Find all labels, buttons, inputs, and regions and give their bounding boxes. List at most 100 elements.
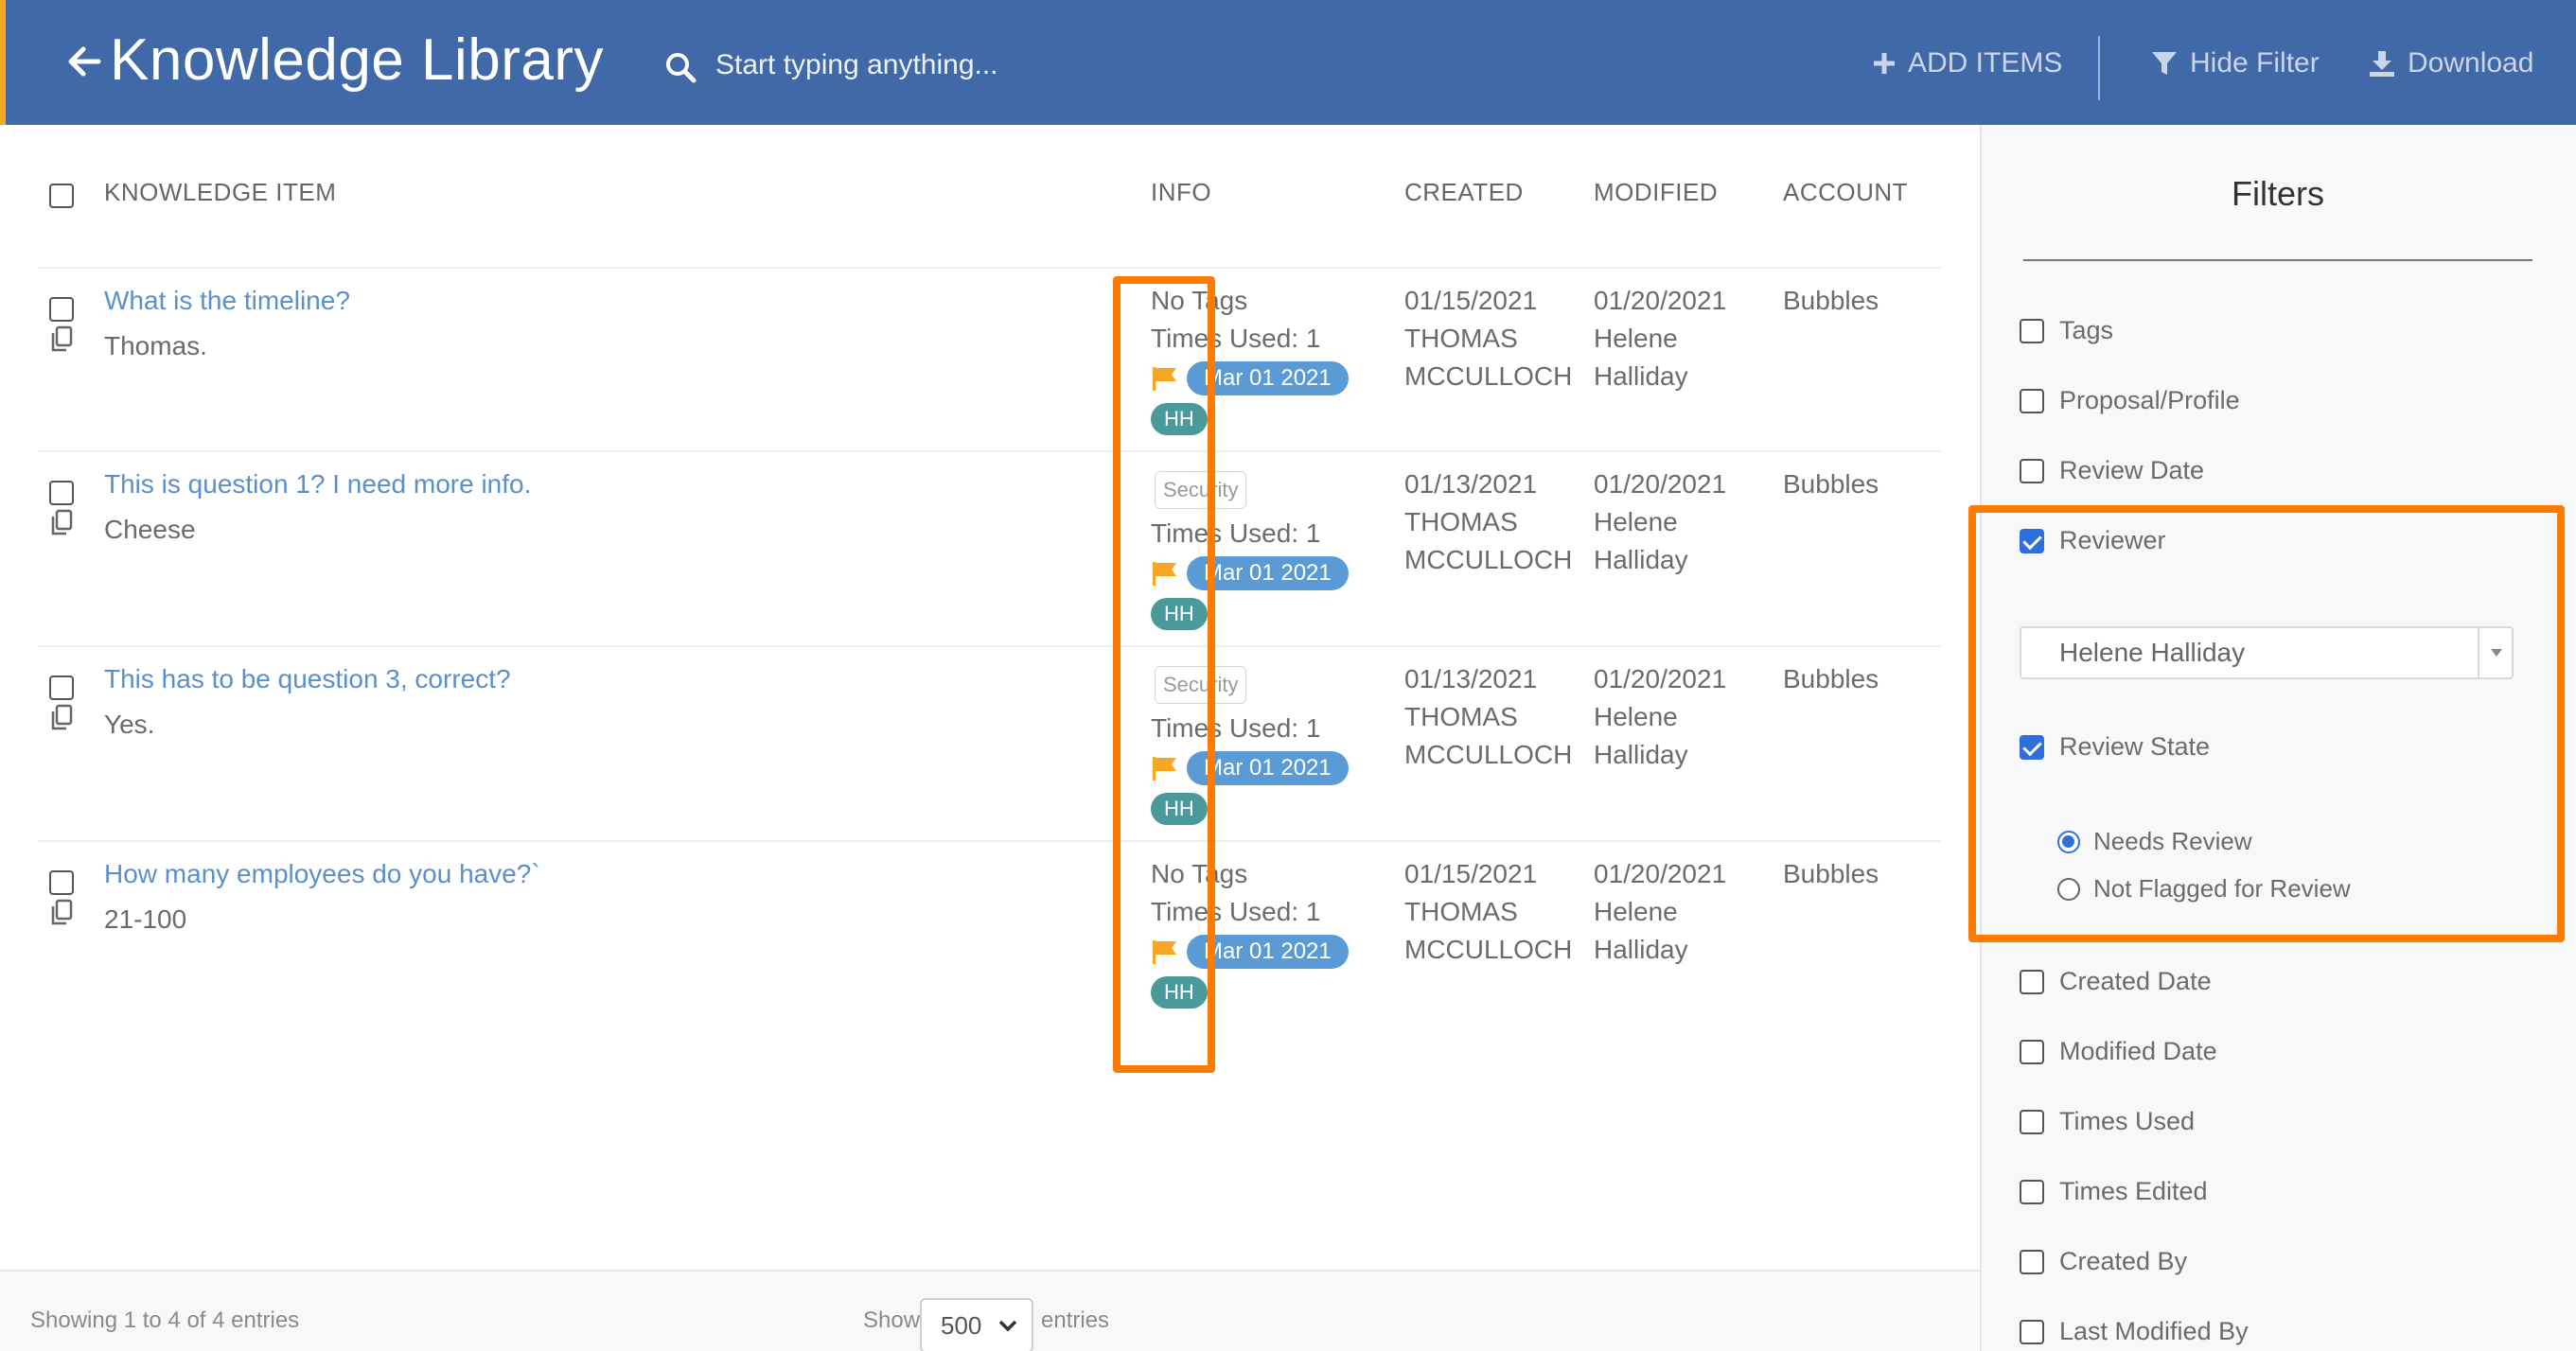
filter-created-by-label: Created By bbox=[2059, 1247, 2188, 1275]
flag-icon bbox=[1153, 367, 1176, 391]
filter-created-date-label: Created Date bbox=[2059, 967, 2212, 995]
review-date-pill: Mar 01 2021 bbox=[1187, 556, 1349, 590]
radio-needs-review-label: Needs Review bbox=[2093, 827, 2252, 855]
filter-times-edited-label: Times Edited bbox=[2059, 1177, 2208, 1205]
filter-modified-date-label: Modified Date bbox=[2059, 1037, 2217, 1065]
filter-times-edited-checkbox[interactable] bbox=[2020, 1179, 2044, 1204]
filter-last-modified-by[interactable]: Last Modified By bbox=[2020, 1317, 2249, 1346]
radio-needs-review-button[interactable] bbox=[2057, 830, 2080, 853]
modified-by-first: Helene bbox=[1594, 507, 1678, 536]
copy-icon[interactable] bbox=[49, 704, 74, 732]
filter-review-date[interactable]: Review Date bbox=[2020, 456, 2204, 485]
copy-icon[interactable] bbox=[49, 325, 74, 354]
page-size-select[interactable]: 500 bbox=[920, 1298, 1033, 1351]
account-name: Bubbles bbox=[1783, 469, 1879, 499]
copy-icon[interactable] bbox=[49, 899, 74, 927]
page-size-value: 500 bbox=[941, 1311, 982, 1340]
column-header-modified[interactable]: MODIFIED bbox=[1594, 178, 1718, 207]
created-by-first: THOMAS bbox=[1404, 897, 1518, 926]
hide-filter-button[interactable]: Hide Filter bbox=[2150, 47, 2320, 79]
review-date-pill: Mar 01 2021 bbox=[1187, 935, 1349, 969]
filter-modified-date-checkbox[interactable] bbox=[2020, 1039, 2044, 1064]
reviewer-select[interactable]: Helene Halliday bbox=[2020, 626, 2514, 679]
tag-label: No Tags bbox=[1151, 286, 1248, 315]
plus-icon bbox=[1874, 53, 1895, 74]
created-by-last: MCCULLOCH bbox=[1404, 740, 1573, 769]
back-arrow-icon[interactable] bbox=[61, 38, 108, 85]
modified-by-first: Helene bbox=[1594, 324, 1678, 353]
flag-icon bbox=[1153, 562, 1176, 586]
filter-tags-label: Tags bbox=[2059, 316, 2114, 344]
created-date: 01/13/2021 bbox=[1404, 469, 1538, 499]
table-footer: Showing 1 to 4 of 4 entries Show 500 ent… bbox=[0, 1270, 1980, 1351]
hide-filter-label: Hide Filter bbox=[2190, 47, 2320, 79]
add-items-button[interactable]: ADD ITEMS bbox=[1872, 47, 2062, 79]
modified-by-last: Halliday bbox=[1594, 361, 1688, 391]
dropdown-arrow-icon[interactable] bbox=[2478, 628, 2512, 677]
created-by-last: MCCULLOCH bbox=[1404, 545, 1573, 574]
filter-proposal-profile[interactable]: Proposal/Profile bbox=[2020, 386, 2240, 415]
filter-last-modified-by-checkbox[interactable] bbox=[2020, 1319, 2044, 1344]
radio-needs-review[interactable]: Needs Review bbox=[2057, 827, 2252, 856]
filter-modified-date[interactable]: Modified Date bbox=[2020, 1037, 2217, 1066]
times-used-text: Times Used: 1 bbox=[1151, 518, 1321, 548]
filter-created-date[interactable]: Created Date bbox=[2020, 967, 2212, 996]
account-name: Bubbles bbox=[1783, 664, 1879, 693]
select-all-checkbox[interactable] bbox=[49, 184, 74, 208]
flag-icon bbox=[1153, 940, 1176, 964]
answer-text: 21-100 bbox=[104, 904, 187, 934]
modified-date: 01/20/2021 bbox=[1594, 859, 1727, 888]
column-header-created[interactable]: CREATED bbox=[1404, 178, 1524, 207]
column-header-item[interactable]: KNOWLEDGE ITEM bbox=[104, 178, 336, 207]
copy-icon[interactable] bbox=[49, 509, 74, 537]
row-separator bbox=[38, 645, 1940, 647]
filter-reviewer[interactable]: Reviewer bbox=[2020, 526, 2166, 555]
filter-reviewer-checkbox[interactable] bbox=[2020, 528, 2044, 553]
filter-review-state[interactable]: Review State bbox=[2020, 732, 2210, 762]
tag-badge[interactable]: Security bbox=[1155, 666, 1247, 704]
row-separator bbox=[38, 840, 1940, 842]
add-items-label: ADD ITEMS bbox=[1908, 47, 2063, 79]
filter-review-date-checkbox[interactable] bbox=[2020, 458, 2044, 483]
created-by-first: THOMAS bbox=[1404, 324, 1518, 353]
modified-by-last: Halliday bbox=[1594, 545, 1688, 574]
times-used-text: Times Used: 1 bbox=[1151, 897, 1321, 926]
radio-not-flagged-label: Not Flagged for Review bbox=[2093, 874, 2351, 903]
question-link[interactable]: This is question 1? I need more info. bbox=[104, 469, 531, 500]
filter-times-used-checkbox[interactable] bbox=[2020, 1109, 2044, 1134]
filter-created-date-checkbox[interactable] bbox=[2020, 969, 2044, 994]
account-name: Bubbles bbox=[1783, 859, 1879, 888]
filter-review-state-checkbox[interactable] bbox=[2020, 734, 2044, 760]
column-header-account[interactable]: ACCOUNT bbox=[1783, 178, 1908, 207]
filter-times-edited[interactable]: Times Edited bbox=[2020, 1177, 2208, 1206]
modified-date: 01/20/2021 bbox=[1594, 664, 1727, 693]
row-checkbox[interactable] bbox=[49, 481, 74, 505]
radio-not-flagged-button[interactable] bbox=[2057, 877, 2080, 901]
reviewer-avatar: HH bbox=[1151, 403, 1208, 435]
filter-tags-checkbox[interactable] bbox=[2020, 318, 2044, 343]
modified-by-last: Halliday bbox=[1594, 740, 1688, 769]
filter-review-state-label: Review State bbox=[2059, 732, 2211, 761]
search-input[interactable] bbox=[715, 42, 1321, 89]
filter-proposal-checkbox[interactable] bbox=[2020, 388, 2044, 413]
reviewer-avatar: HH bbox=[1151, 976, 1208, 1009]
row-checkbox[interactable] bbox=[49, 870, 74, 895]
tag-badge[interactable]: Security bbox=[1155, 471, 1247, 509]
filter-created-by-checkbox[interactable] bbox=[2020, 1249, 2044, 1274]
column-header-info[interactable]: INFO bbox=[1151, 178, 1211, 207]
question-link[interactable]: This has to be question 3, correct? bbox=[104, 664, 511, 694]
review-date-pill: Mar 01 2021 bbox=[1187, 751, 1349, 785]
filter-times-used[interactable]: Times Used bbox=[2020, 1107, 2195, 1136]
download-button[interactable]: Download bbox=[2368, 47, 2533, 79]
row-checkbox[interactable] bbox=[49, 297, 74, 322]
filters-panel: Filters Tags Proposal/Profile Review Dat… bbox=[1968, 125, 2576, 1351]
radio-not-flagged[interactable]: Not Flagged for Review bbox=[2057, 874, 2351, 904]
created-date: 01/15/2021 bbox=[1404, 286, 1538, 315]
question-link[interactable]: What is the timeline? bbox=[104, 286, 350, 316]
filter-created-by[interactable]: Created By bbox=[2020, 1247, 2187, 1276]
entries-summary: Showing 1 to 4 of 4 entries bbox=[30, 1307, 300, 1333]
question-link[interactable]: How many employees do you have?` bbox=[104, 859, 540, 889]
row-checkbox[interactable] bbox=[49, 676, 74, 700]
filter-tags[interactable]: Tags bbox=[2020, 316, 2113, 345]
filters-divider bbox=[2023, 259, 2532, 261]
